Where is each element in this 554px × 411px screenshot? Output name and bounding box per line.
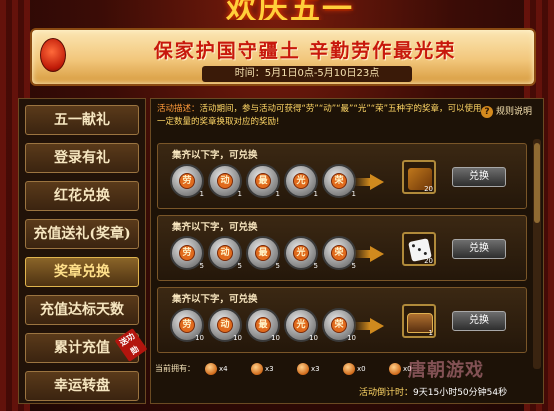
arrow-head-icon (370, 174, 384, 190)
medal-count: 10 (347, 334, 356, 342)
medal-icon (205, 363, 217, 375)
medal-count: 10 (195, 334, 204, 342)
medal-count: 1 (199, 190, 204, 198)
medal-icon (343, 363, 355, 375)
banner: 保家护国守疆土 辛勤劳作最光荣 时间：5月1日0点-5月10日23点 (30, 28, 536, 86)
exchange-button[interactable]: 兑换 (452, 311, 506, 331)
sidebar-item-flower-exchange[interactable]: 红花兑换 (25, 181, 139, 211)
sidebar-item-recharge-days[interactable]: 充值达标天数 (25, 295, 139, 325)
description-text: 活动期间，参与活动可获得“劳”“动”“最”“光”“荣”五种字的奖章，可以使用一定… (157, 104, 482, 127)
rules-label: 规则说明 (496, 107, 533, 117)
owned-count: x0 (357, 365, 366, 373)
medal-icon (389, 363, 401, 375)
owned-count: x3 (265, 365, 274, 373)
medal-count: 1 (237, 190, 242, 198)
reward-count: 20 (424, 185, 433, 193)
medal-icon: 荣5 (322, 236, 356, 270)
medal-icon: 最1 (246, 164, 280, 198)
sidebar: 五一献礼 登录有礼 红花兑换 充值送礼(奖章) 奖章兑换 充值达标天数 累计充值… (18, 98, 148, 404)
medal-count: 1 (351, 190, 356, 198)
description-label: 活动描述： (157, 104, 200, 114)
reward-slot[interactable]: 1 (402, 304, 436, 338)
medal-count: 10 (271, 334, 280, 342)
card-title: 集齐以下字，可兑换 (172, 294, 258, 305)
exchange-card: 集齐以下字，可兑换 劳5 动5 最5 光5 荣5 20 兑换 (157, 215, 527, 281)
sidebar-item-login-gift[interactable]: 登录有礼 (25, 143, 139, 173)
scroll-thumb[interactable] (534, 143, 540, 223)
banner-slogan: 保家护国守疆土 辛勤劳作最光荣 (153, 40, 457, 62)
medal-icon: 最5 (246, 236, 280, 270)
medal-icon: 劳 10 (170, 308, 204, 342)
promo-badge: 送功勋 (114, 328, 148, 362)
medal-icon: 劳5 (170, 236, 204, 270)
medal-icon: 劳1 (170, 164, 204, 198)
reward-count: 20 (424, 257, 433, 265)
countdown-label: 活动倒计时： (359, 388, 414, 398)
card-title: 集齐以下字，可兑换 (172, 222, 258, 233)
sidebar-item-cumulative-recharge[interactable]: 累计充值 送功勋 (25, 328, 148, 363)
exchange-card: 集齐以下字，可兑换 劳 10 动 10 最 10 光 10 荣 10 1 兑换 (157, 287, 527, 353)
rules-button[interactable]: ? 规则说明 (481, 105, 539, 119)
medal-icon: 动5 (208, 236, 242, 270)
reward-count: 1 (428, 329, 433, 337)
medal-icon (251, 363, 263, 375)
medal-count: 10 (309, 334, 318, 342)
medal-count: 5 (237, 262, 242, 270)
background: 欢庆五一 保家护国守疆土 辛勤劳作最光荣 时间：5月1日0点-5月10日23点 … (0, 0, 554, 411)
medal-count: 5 (275, 262, 280, 270)
event-time: 时间：5月1日0点-5月10日23点 (202, 66, 412, 82)
medal-icon: 荣 10 (322, 308, 356, 342)
exchange-button[interactable]: 兑换 (452, 239, 506, 259)
medal-count: 5 (313, 262, 318, 270)
watermark-logo: 唐朝游戏 (408, 360, 484, 381)
arrow-icon (354, 250, 370, 258)
medal-icon: 光5 (284, 236, 318, 270)
activity-description: 活动描述：活动期间，参与活动可获得“劳”“动”“最”“光”“荣”五种字的奖章，可… (157, 103, 485, 133)
medal-count: 1 (275, 190, 280, 198)
medal-icon: 光1 (284, 164, 318, 198)
sidebar-item-medal-exchange[interactable]: 奖章兑换 (25, 257, 139, 287)
medal-count: 5 (351, 262, 356, 270)
medal-count: 10 (233, 334, 242, 342)
sidebar-item-label: 累计充值 (54, 340, 110, 356)
medal-icon (297, 363, 309, 375)
sidebar-item-may-day-gift[interactable]: 五一献礼 (25, 105, 139, 135)
event-title: 欢庆五一 (226, 0, 354, 20)
medal-count: 5 (199, 262, 204, 270)
owned-label: 当前拥有： (155, 364, 195, 373)
medal-icon: 动1 (208, 164, 242, 198)
exchange-button[interactable]: 兑换 (452, 167, 506, 187)
medal-count: 1 (313, 190, 318, 198)
scrollbar[interactable] (533, 139, 541, 369)
medal-icon: 光 10 (284, 308, 318, 342)
exchange-card: 集齐以下字，可兑换 劳1 动1 最1 光1 荣1 20 兑换 (157, 143, 527, 209)
sidebar-item-lucky-wheel[interactable]: 幸运转盘 (25, 371, 139, 401)
owned-count: x4 (219, 365, 228, 373)
reward-slot[interactable]: 20 (402, 160, 436, 194)
help-icon: ? (481, 106, 493, 118)
medal-icon: 动 10 (208, 308, 242, 342)
arrow-icon (354, 178, 370, 186)
lantern-icon (40, 38, 66, 72)
card-title: 集齐以下字，可兑换 (172, 150, 258, 161)
arrow-head-icon (370, 318, 384, 334)
arrow-head-icon (370, 246, 384, 262)
medal-icon: 最 10 (246, 308, 280, 342)
medal-icon: 荣1 (322, 164, 356, 198)
owned-count: x3 (311, 365, 320, 373)
arrow-icon (354, 322, 370, 330)
sidebar-item-recharge-medal[interactable]: 充值送礼(奖章) (25, 219, 139, 249)
reward-slot[interactable]: 20 (402, 232, 436, 266)
